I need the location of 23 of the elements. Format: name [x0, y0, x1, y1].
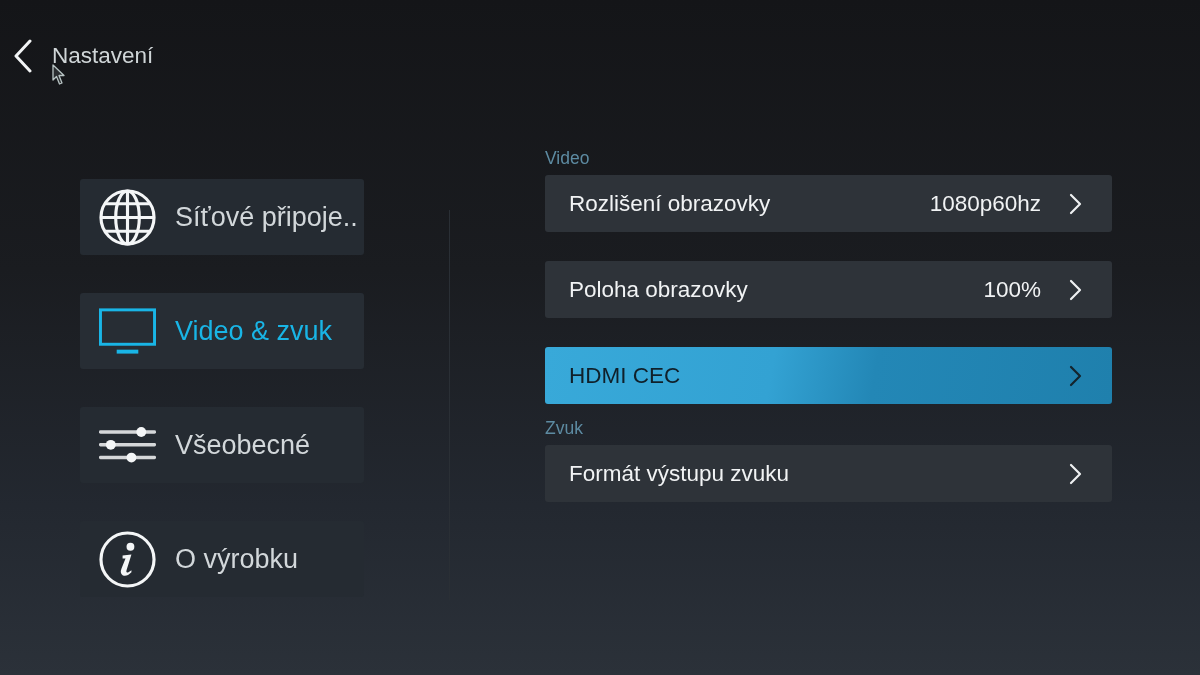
- settings-row[interactable]: Poloha obrazovky 100%: [545, 261, 1112, 318]
- back-button[interactable]: [13, 39, 33, 73]
- globe-icon: [99, 188, 156, 246]
- monitor-icon: [99, 308, 156, 354]
- menu-item[interactable]: Video & zvuk: [80, 293, 364, 369]
- back-icon: [13, 39, 33, 73]
- info-icon: [99, 530, 156, 588]
- chevron-right-icon: [1069, 192, 1082, 215]
- chevron-right-icon: [1069, 364, 1082, 387]
- section-heading: Video: [545, 148, 590, 168]
- sliders-icon: [99, 425, 156, 465]
- settings-row[interactable]: HDMI CEC: [545, 347, 1112, 404]
- menu-item[interactable]: Všeobecné: [80, 407, 364, 483]
- chevron-right-icon: [1069, 462, 1082, 485]
- setting-value: 1080p60hz: [929, 190, 1041, 217]
- settings-row[interactable]: Formát výstupu zvuku: [545, 445, 1112, 502]
- chevron-right-icon: [1069, 278, 1082, 301]
- menu-item[interactable]: Síťové připoje..: [80, 179, 364, 255]
- settings-row[interactable]: Rozlišení obrazovky 1080p60hz: [545, 175, 1112, 232]
- setting-value: 100%: [983, 276, 1041, 303]
- section-heading: Zvuk: [545, 418, 583, 438]
- page-title: Nastavení: [52, 43, 154, 69]
- mouse-pointer-icon: [52, 64, 65, 86]
